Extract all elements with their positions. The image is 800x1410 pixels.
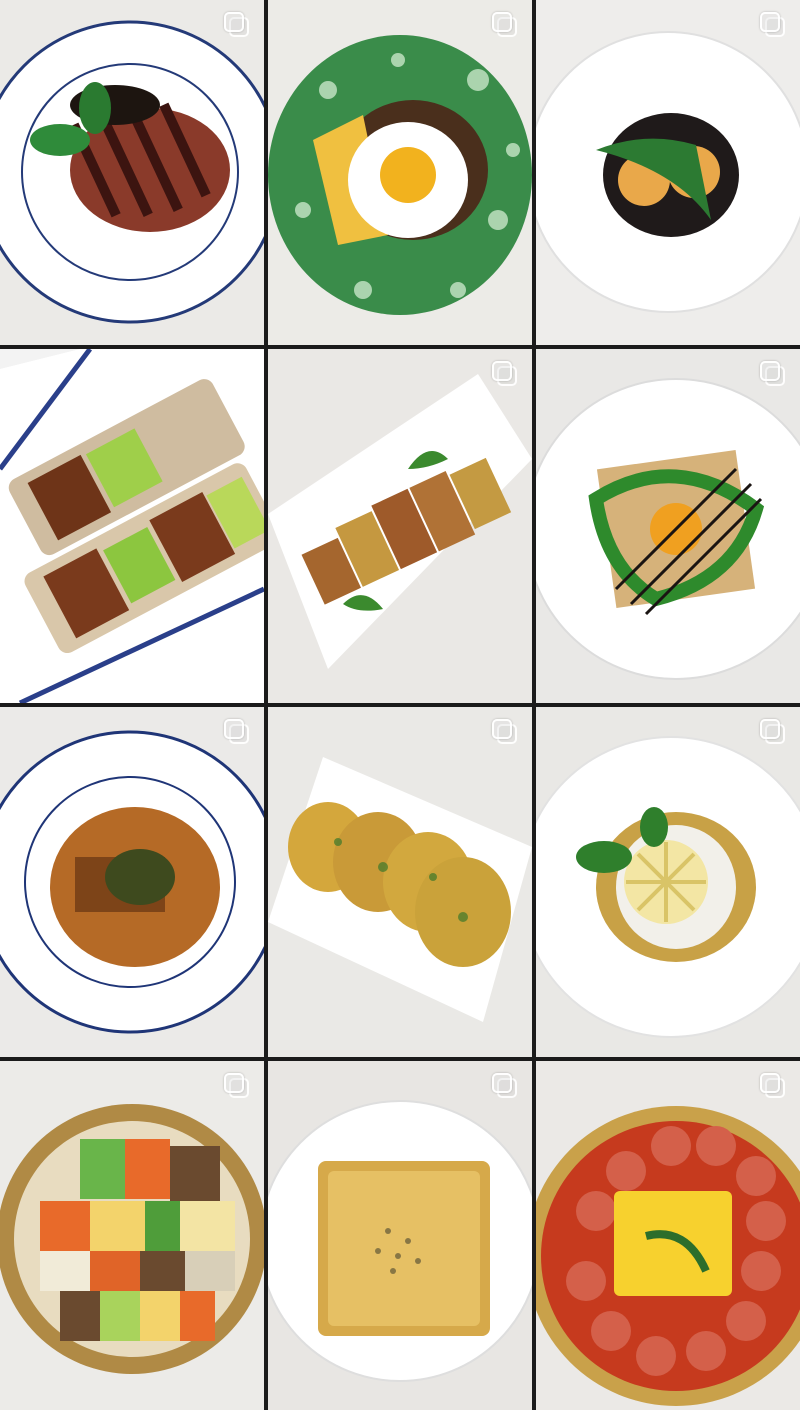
grid-post-4[interactable] (0, 349, 264, 703)
post-9-photo (536, 707, 800, 1057)
carousel-icon (224, 12, 250, 38)
post-10-photo (0, 1061, 264, 1410)
grid-post-10[interactable] (0, 1061, 264, 1410)
post-4-photo (0, 349, 264, 703)
carousel-icon (760, 361, 786, 387)
grid-post-2[interactable] (268, 0, 532, 345)
carousel-icon (492, 719, 518, 745)
carousel-icon (224, 719, 250, 745)
post-7-photo (0, 707, 264, 1057)
grid-post-3[interactable] (536, 0, 800, 345)
carousel-icon (760, 12, 786, 38)
carousel-icon (760, 1073, 786, 1099)
grid-post-9[interactable] (536, 707, 800, 1057)
grid-post-1[interactable] (0, 0, 264, 345)
post-3-photo (536, 0, 800, 345)
carousel-icon (224, 1073, 250, 1099)
grid-post-7[interactable] (0, 707, 264, 1057)
carousel-icon (492, 12, 518, 38)
post-5-photo (268, 349, 532, 703)
photo-grid (0, 0, 800, 1410)
carousel-icon (492, 1073, 518, 1099)
grid-post-8[interactable] (268, 707, 532, 1057)
post-6-photo (536, 349, 800, 703)
carousel-icon (760, 719, 786, 745)
post-2-photo (268, 0, 532, 345)
grid-post-5[interactable] (268, 349, 532, 703)
post-1-photo (0, 0, 264, 345)
post-11-photo (268, 1061, 532, 1410)
post-12-photo (536, 1061, 800, 1410)
carousel-icon (492, 361, 518, 387)
post-8-photo (268, 707, 532, 1057)
grid-post-12[interactable] (536, 1061, 800, 1410)
grid-post-11[interactable] (268, 1061, 532, 1410)
grid-post-6[interactable] (536, 349, 800, 703)
